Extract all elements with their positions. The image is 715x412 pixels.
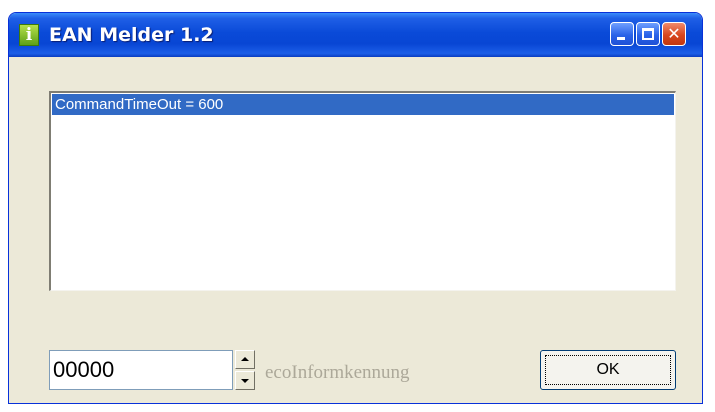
code-input[interactable]: [49, 350, 233, 390]
code-field-label: ecoInformkennung: [265, 362, 410, 383]
close-button[interactable]: ✕: [662, 22, 686, 46]
window-title: EAN Melder 1.2: [49, 24, 214, 46]
dialog-window: i EAN Melder 1.2 ✕ CommandTimeOut = 600 …: [8, 12, 703, 404]
maximize-button[interactable]: [636, 22, 660, 46]
close-icon: ✕: [667, 24, 681, 43]
chevron-up-icon: [241, 357, 249, 361]
spin-down-button[interactable]: [235, 371, 255, 390]
list-item[interactable]: CommandTimeOut = 600: [52, 94, 674, 115]
code-spinner: [235, 350, 255, 390]
maximize-icon: [642, 28, 654, 40]
minimize-button[interactable]: [610, 22, 634, 46]
ok-button[interactable]: OK: [540, 350, 676, 390]
spin-up-button[interactable]: [235, 350, 255, 369]
ok-button-label: OK: [596, 361, 620, 378]
message-list[interactable]: CommandTimeOut = 600: [49, 91, 676, 291]
minimize-icon: [617, 37, 625, 40]
title-bar[interactable]: i EAN Melder 1.2 ✕: [9, 13, 702, 57]
chevron-down-icon: [241, 379, 249, 383]
info-icon: i: [19, 24, 39, 46]
